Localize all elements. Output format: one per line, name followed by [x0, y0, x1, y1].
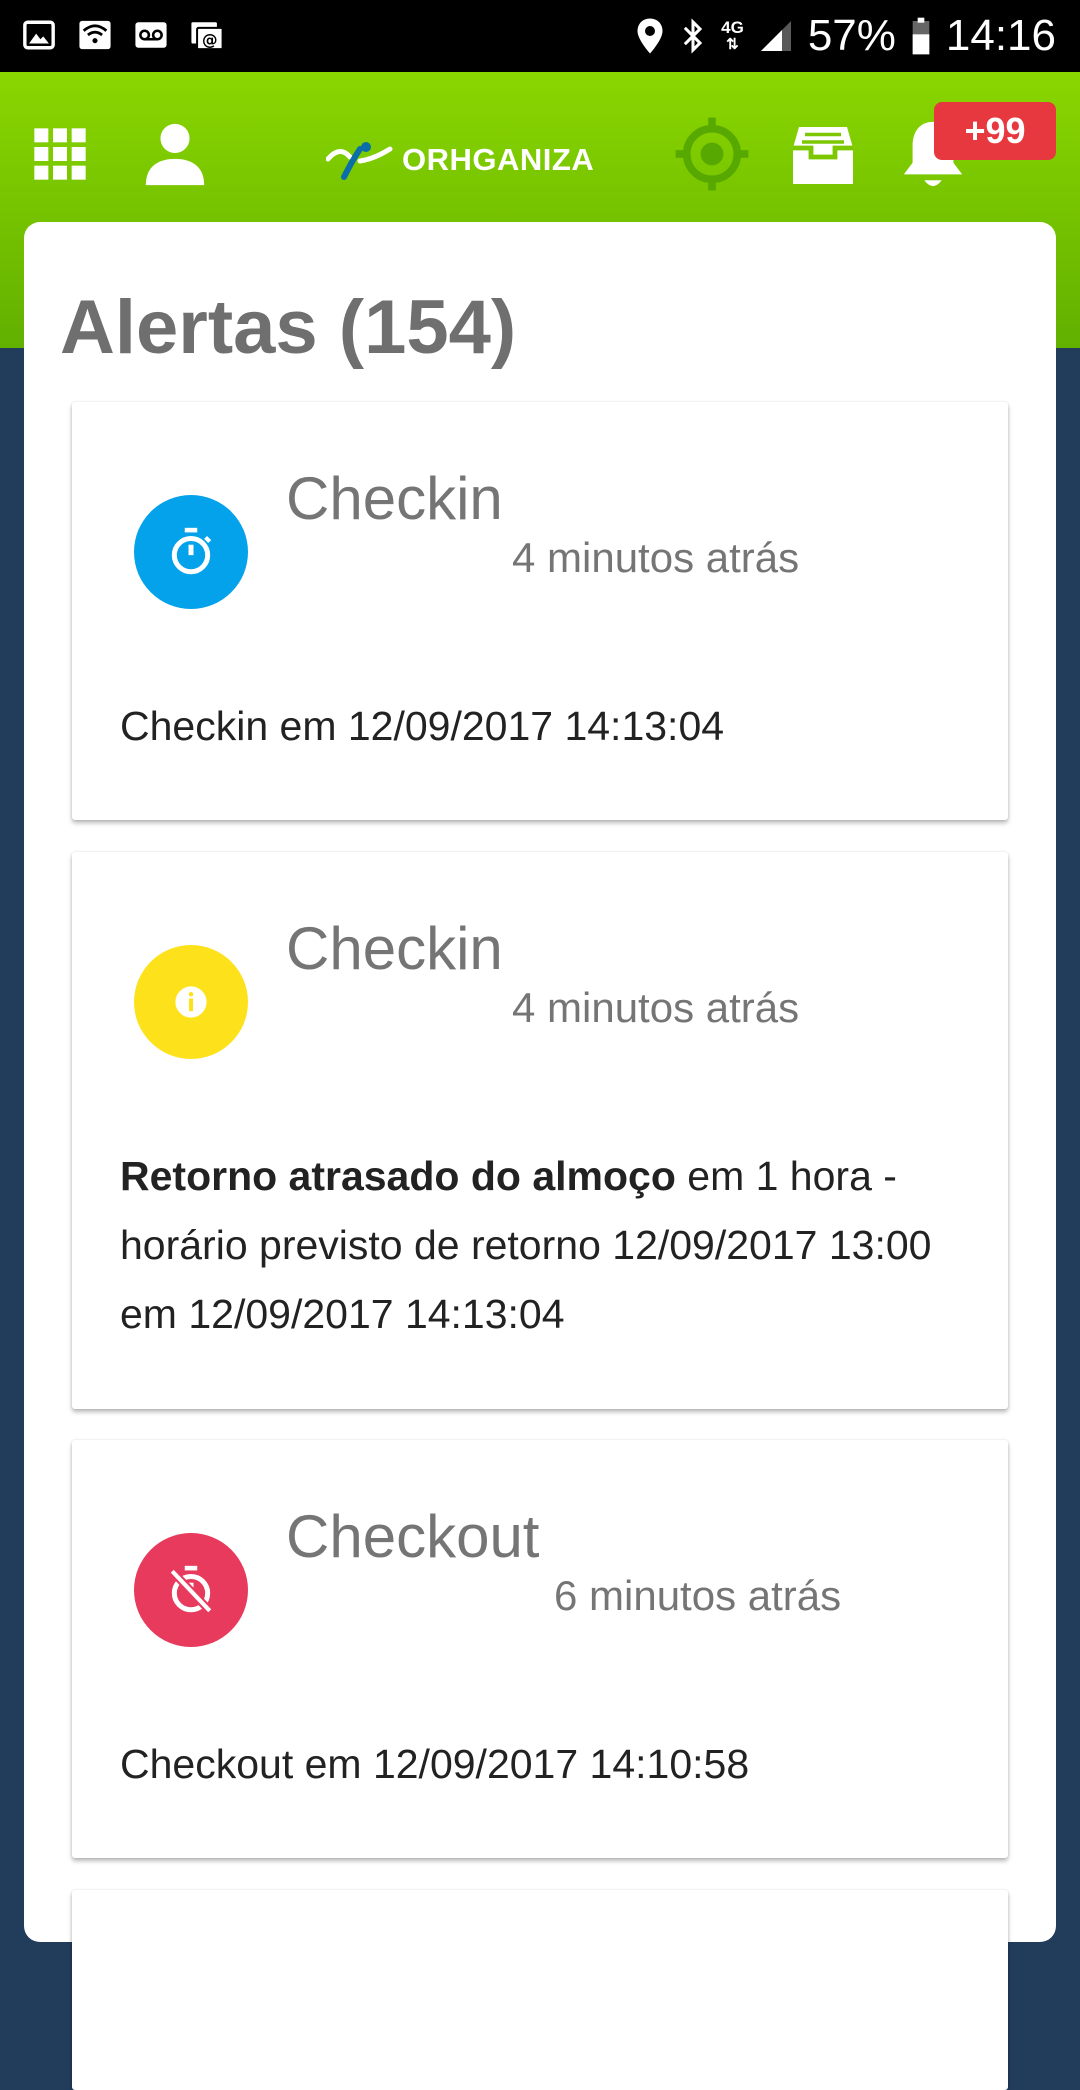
alert-message: Checkin em 12/09/2017 14:13:04: [120, 703, 725, 749]
alert-card[interactable]: Checkout 6 minutos atrás Checkout em 12/…: [72, 1440, 1008, 1858]
gallery-icon: [23, 20, 55, 50]
notification-badge[interactable]: +99: [934, 102, 1056, 160]
inbox-icon[interactable]: [786, 118, 860, 190]
alert-message: Retorno atrasado do almoço em 1 hora - h…: [120, 1153, 932, 1337]
alert-card[interactable]: [72, 1890, 1008, 2090]
alert-title: Checkin: [286, 465, 503, 532]
target-icon[interactable]: [674, 116, 750, 192]
alert-title: Checkin: [286, 915, 503, 982]
alert-icon-badge: [134, 945, 248, 1059]
app-name: ORHGANIZA: [402, 142, 595, 177]
location-pin-icon: [637, 18, 663, 54]
alert-icon-badge: [134, 495, 248, 609]
bluetooth-icon: [683, 18, 703, 54]
battery-icon: [912, 17, 930, 55]
battery-percent: 57%: [807, 11, 896, 60]
alerts-panel: Alertas (154) Checkin 4 minutos atrás Ch…: [24, 222, 1056, 2090]
email-icon: @: [191, 22, 224, 51]
alert-card[interactable]: Checkin 4 minutos atrás Checkin em 12/09…: [72, 402, 1008, 820]
person-icon[interactable]: [140, 118, 210, 188]
status-bar: @ 4G ⇅ 57% 14:16: [0, 0, 1080, 72]
app-logo: ORHGANIZA: [326, 130, 594, 190]
alert-time: 6 minutos atrás: [554, 1572, 842, 1619]
network-type: 4G ⇅: [721, 18, 744, 53]
grid-icon[interactable]: [32, 126, 88, 182]
svg-text:@: @: [202, 31, 218, 49]
stopwatch-icon: [171, 527, 212, 575]
page-title: Alertas (154): [60, 285, 517, 370]
alert-time: 4 minutos atrás: [512, 984, 800, 1031]
alert-message: Checkout em 12/09/2017 14:10:58: [120, 1741, 750, 1787]
alert-icon-badge: [134, 1533, 248, 1647]
voicemail-icon: [135, 22, 167, 48]
stopwatch-off-icon: [169, 1565, 213, 1614]
alert-card[interactable]: Checkin 4 minutos atrás Retorno atrasado…: [72, 852, 1008, 1409]
alert-title: Checkout: [286, 1503, 540, 1570]
logo-icon: [326, 142, 393, 180]
signal-icon: [760, 21, 791, 51]
alert-time: 4 minutos atrás: [512, 534, 800, 581]
info-icon: [175, 986, 207, 1018]
wifi-icon: [79, 20, 111, 50]
clock: 14:16: [945, 11, 1056, 60]
